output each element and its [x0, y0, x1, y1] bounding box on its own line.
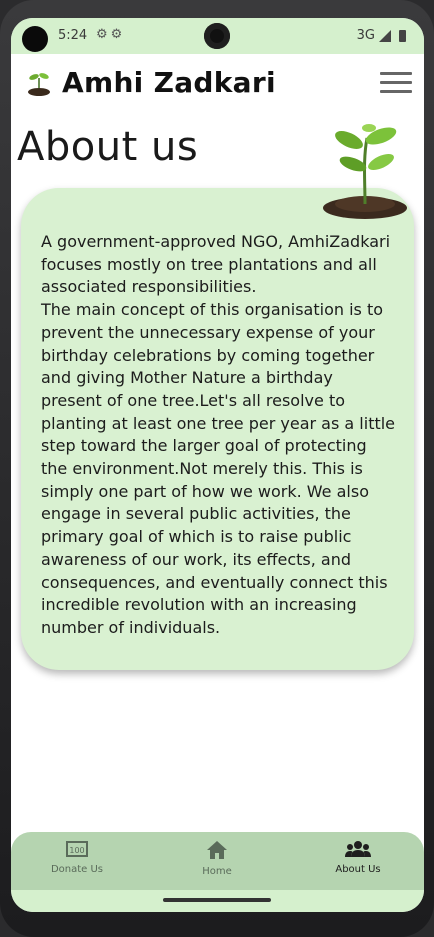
battery-icon	[399, 29, 406, 42]
plant-logo-icon	[28, 73, 50, 96]
hamburger-menu-icon[interactable]	[380, 72, 412, 96]
phone-screen: 5:24 ⚙⚙ 3G Amhi Zadkari About us A gover…	[11, 18, 424, 912]
plant-illustration-icon	[323, 124, 407, 219]
gesture-handle[interactable]	[163, 898, 271, 902]
network-type: 3G	[356, 28, 375, 43]
nav-home[interactable]: Home	[157, 840, 277, 877]
status-bar: 5:24 ⚙⚙ 3G	[11, 18, 424, 54]
front-camera	[204, 23, 230, 49]
gesture-area	[11, 890, 424, 912]
signal-icon	[379, 29, 391, 42]
nav-about-us[interactable]: About Us	[298, 840, 418, 875]
settings-icon: ⚙⚙	[96, 27, 126, 42]
nav-donate-us[interactable]: 100 Donate Us	[17, 840, 137, 875]
group-icon	[345, 841, 371, 857]
camera-cutout	[22, 26, 48, 52]
about-card: A government-approved NGO, AmhiZadkari f…	[21, 188, 414, 670]
phone-frame: 5:24 ⚙⚙ 3G Amhi Zadkari About us A gover…	[0, 0, 434, 937]
nav-label: Home	[202, 866, 232, 877]
bottom-navigation: 100 Donate Us Home About Us	[11, 832, 424, 890]
page-title: About us	[17, 124, 199, 170]
home-icon	[207, 841, 227, 859]
about-text: A government-approved NGO, AmhiZadkari f…	[41, 232, 396, 637]
money-icon: 100	[66, 841, 88, 857]
network-status: 3G	[357, 28, 406, 43]
app-bar: Amhi Zadkari	[11, 54, 424, 114]
nav-label: About Us	[335, 864, 381, 875]
app-title: Amhi Zadkari	[62, 66, 276, 99]
svg-text:100: 100	[69, 846, 84, 855]
nav-label: Donate Us	[50, 864, 104, 875]
status-time: 5:24	[58, 28, 88, 43]
